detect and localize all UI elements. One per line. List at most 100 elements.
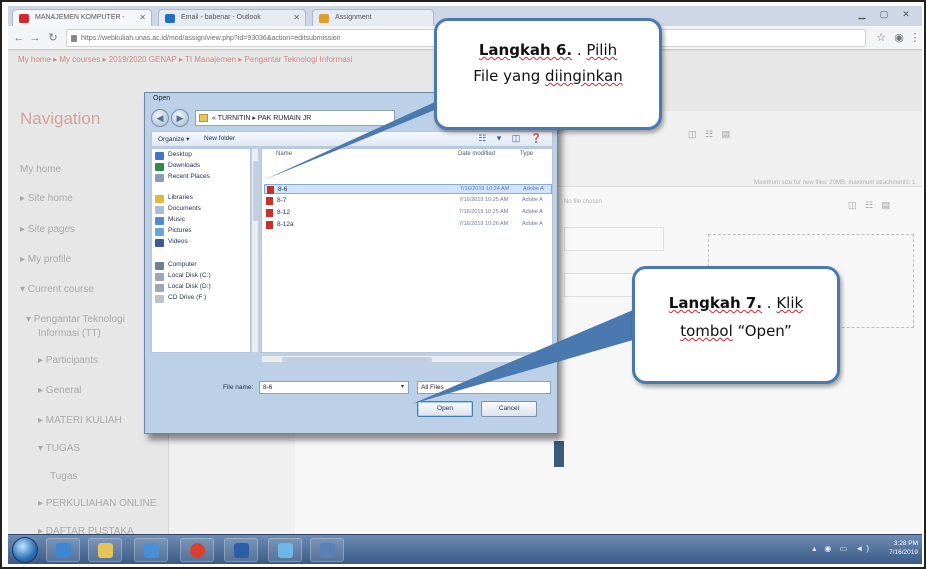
minimize-window-icon[interactable]: ▁ [852, 8, 872, 20]
tab-favicon-icon [165, 14, 175, 23]
taskbar-app-ie[interactable] [46, 538, 80, 562]
callout-step7: Langkah 7. . Klik tombol “Open” [632, 266, 840, 384]
extension-icon[interactable]: ◉ [892, 31, 906, 45]
maximize-window-icon[interactable]: ▢ [874, 8, 894, 20]
taskbar-app-chrome[interactable] [180, 538, 214, 562]
tree-item-label: Pictures [168, 227, 192, 234]
open-button[interactable]: Open [417, 401, 473, 417]
nav-item-perkuliahan-online[interactable]: ▸ PERKULIAHAN ONLINE [38, 498, 156, 509]
nav-item-course-name-2[interactable]: Informasi (TT) [38, 328, 101, 339]
forward-icon[interactable]: ▶ [171, 109, 189, 127]
folder-icon [144, 543, 159, 558]
save-button-edge[interactable] [554, 441, 564, 467]
reload-icon[interactable]: ↻ [46, 31, 60, 45]
nav-item-my-profile[interactable]: ▸ My profile [20, 254, 71, 265]
callout-step6-line1: Langkah 6. . Pilih [437, 37, 659, 63]
nav-item-tugas[interactable]: ▾ TUGAS [38, 443, 80, 454]
column-type[interactable]: Type [520, 151, 533, 157]
tab-manajemen[interactable]: MANAJEMEN KOMPUTER - ✕ [12, 9, 152, 26]
callout-step6-line2: File yang diinginkan [437, 63, 659, 89]
file-type: Adobe A [522, 221, 543, 227]
file-list-scrollbar[interactable] [261, 355, 553, 363]
pictures-icon [155, 228, 164, 236]
nav-item-general[interactable]: ▸ General [38, 385, 81, 396]
file-row[interactable]: 8-6 7/16/2019 10:24 AM Adobe A [264, 184, 552, 194]
videos-icon [155, 239, 164, 247]
view-mode-icons[interactable]: ◫ ☷ ▤ [688, 129, 733, 140]
file-row[interactable]: 8-12 7/16/2019 10:25 AM Adobe A [264, 208, 552, 218]
tree-item-recent-places[interactable]: Recent Places [152, 173, 210, 185]
new-folder-button[interactable]: New folder [204, 135, 235, 142]
disk-icon [155, 273, 164, 281]
system-tray-icons[interactable]: ▴ ◉ ▭ ◄) [812, 544, 872, 553]
column-name[interactable]: Name [276, 151, 292, 157]
nav-item-course-name[interactable]: ▾ Pengantar Teknologi [26, 314, 125, 325]
callout-text: File yang [473, 67, 546, 85]
tree-item-label: Computer [168, 261, 197, 268]
start-button-icon[interactable] [12, 537, 38, 563]
nav-item-current-course[interactable]: ▾ Current course [20, 284, 94, 295]
ie-icon [56, 543, 71, 558]
column-date-modified[interactable]: Date modified [458, 151, 495, 157]
nav-item-site-pages[interactable]: ▸ Site pages [20, 224, 75, 235]
nav-item-my-home[interactable]: My home [20, 164, 61, 175]
tree-scroll-thumb[interactable] [253, 161, 258, 221]
recent-places-icon [155, 174, 164, 182]
file-name: 8-7 [277, 197, 287, 204]
file-row[interactable]: 8-7 7/16/2019 10:25 AM Adobe A [264, 196, 552, 206]
view-options-icon[interactable]: ☷ ▾ ◫ ❓ [478, 133, 546, 144]
folder-path-text: « TURNITIN ▸ PAK RUMAIN JR [212, 115, 312, 122]
taskbar-app-explorer[interactable] [88, 538, 122, 562]
tree-item-videos[interactable]: Videos [152, 238, 188, 250]
file-name: 8-6 [278, 186, 288, 193]
tab-favicon-icon [19, 14, 29, 23]
nav-item-site-home[interactable]: ▸ Site home [20, 193, 73, 204]
clock[interactable]: 3:28 PM 7/16/2019 [889, 539, 918, 557]
breadcrumb[interactable]: My home ▸ My courses ▸ 2019/2020 GENAP ▸… [18, 55, 352, 64]
file-list-scroll-thumb[interactable] [282, 357, 432, 362]
back-icon[interactable]: ◀ [151, 109, 169, 127]
chevron-down-icon[interactable]: ▾ [401, 383, 404, 390]
cancel-button[interactable]: Cancel [481, 401, 537, 417]
max-size-text: Maximum size for new files: 20MB, maximu… [754, 180, 916, 186]
file-name-label: File name: [223, 384, 254, 391]
menu-icon[interactable]: ⋮ [908, 31, 922, 45]
callout-dots: . [762, 294, 777, 312]
tab-outlook[interactable]: Email - babenar - Outlook ✕ [158, 9, 306, 26]
desktop-icon [155, 152, 164, 160]
file-date: 7/16/2019 10:26 AM [459, 221, 509, 227]
pdf-file-icon [267, 186, 274, 194]
forward-icon[interactable]: → [28, 31, 42, 45]
dialog-command-bar: Organize ▾ New folder ☷ ▾ ◫ ❓ [151, 131, 553, 147]
close-window-icon[interactable]: ✕ [896, 8, 916, 20]
tab-assignment[interactable]: Assignment [312, 9, 434, 26]
chrome-icon [190, 543, 205, 558]
taskbar-app-7[interactable] [310, 538, 344, 562]
taskbar-app-6[interactable] [268, 538, 302, 562]
close-tab-icon[interactable]: ✕ [139, 13, 146, 22]
organize-button[interactable]: Organize ▾ [158, 135, 189, 143]
file-type-select[interactable]: All Files [417, 381, 551, 394]
file-type: Adobe A [523, 186, 544, 192]
folder-path[interactable]: « TURNITIN ▸ PAK RUMAIN JR [195, 110, 395, 126]
nav-item-tugas-assignment[interactable]: Tugas [50, 471, 77, 482]
file-name: 8-12a [277, 221, 294, 228]
tree-item-cd-drive[interactable]: CD Drive (F:) [152, 294, 206, 306]
callout-word: Pilih [586, 41, 618, 59]
file-name-input[interactable]: 8-6 [259, 381, 409, 394]
view-mode-icons-2[interactable]: ◫ ☷ ▤ [848, 200, 893, 211]
nav-item-participants[interactable]: ▸ Participants [38, 355, 98, 366]
file-date: 7/16/2019 10:24 AM [460, 186, 510, 192]
tree-item-label: Local Disk (D:) [168, 283, 211, 290]
bookmark-star-icon[interactable]: ☆ [874, 31, 888, 45]
nav-item-materi-kuliah[interactable]: ▸ MATERI KULIAH [38, 415, 122, 426]
file-row[interactable]: 8-12a 7/16/2019 10:26 AM Adobe A [264, 220, 552, 230]
back-icon[interactable]: ← [12, 31, 26, 45]
file-type: Adobe A [522, 197, 543, 203]
taskbar-app-word[interactable] [224, 538, 258, 562]
close-tab-icon[interactable]: ✕ [293, 13, 300, 22]
file-list: Name Date modified Type 8-6 7/16/2019 10… [261, 148, 553, 353]
tree-scrollbar[interactable] [251, 148, 259, 353]
taskbar-app-folder[interactable] [134, 538, 168, 562]
tab-label: Assignment [335, 14, 372, 21]
